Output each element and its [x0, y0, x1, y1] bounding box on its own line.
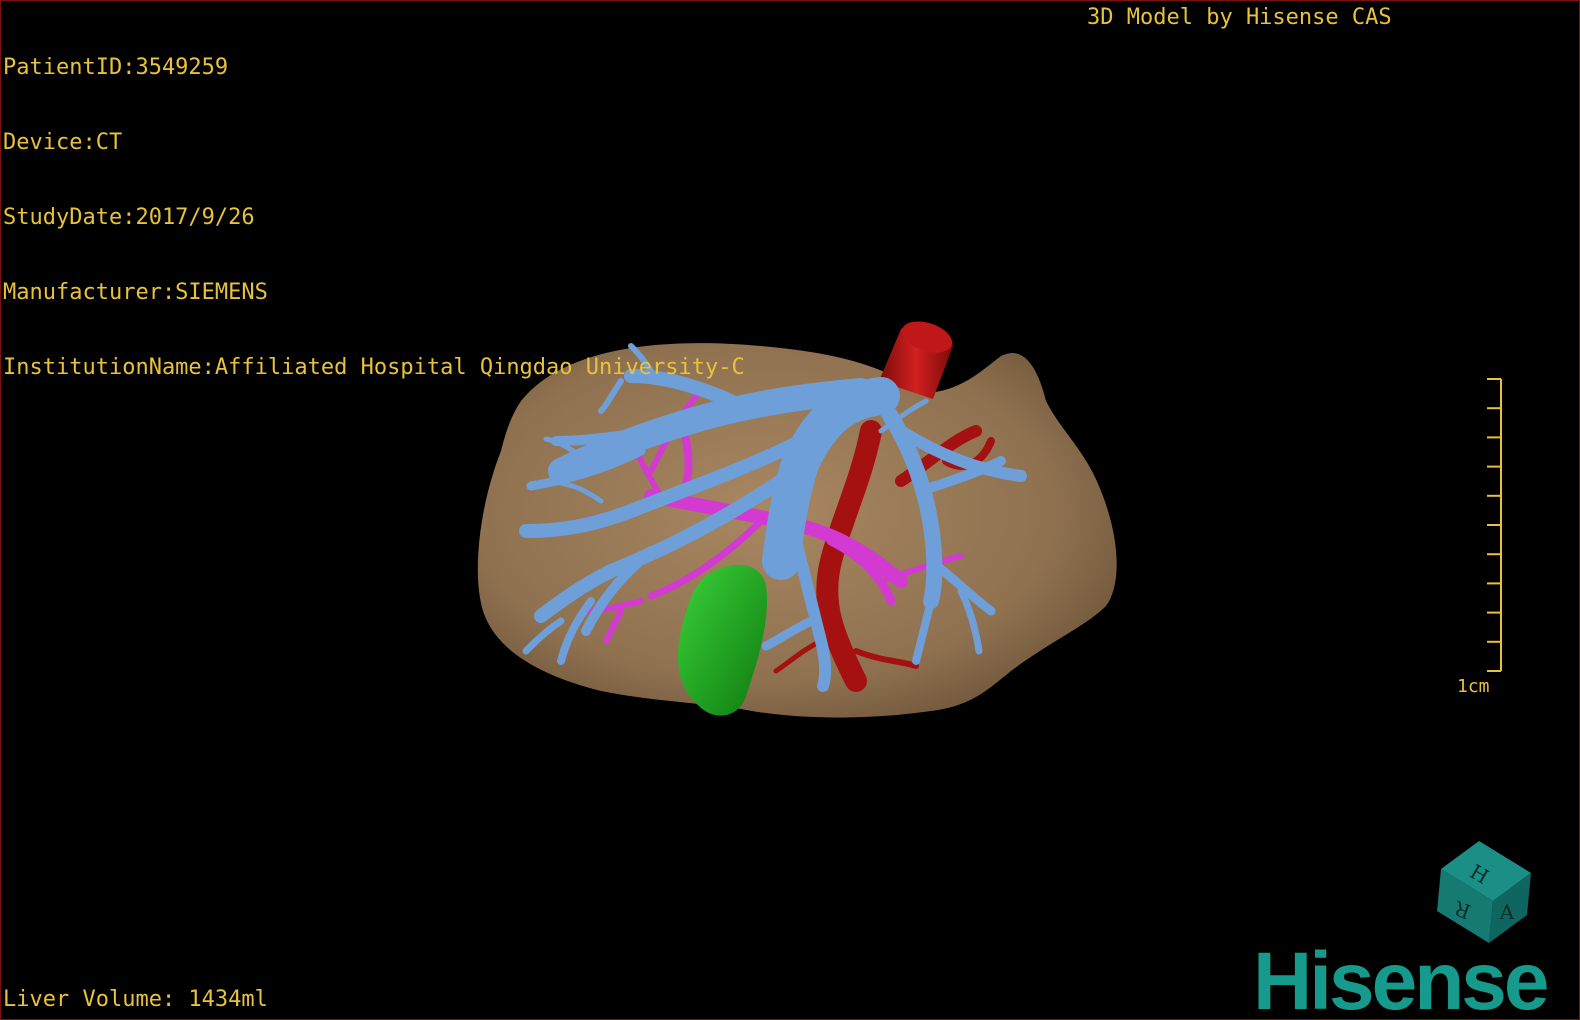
scale-label: 1cm [1457, 676, 1490, 697]
3d-viewport[interactable]: PatientID:3549259 Device:CT StudyDate:20… [0, 0, 1580, 1020]
dicom-info: PatientID:3549259 Device:CT StudyDate:20… [3, 5, 745, 430]
manufacturer: Manufacturer:SIEMENS [3, 280, 268, 305]
liver-volume: Liver Volume: 1434ml [3, 987, 268, 1012]
hisense-logo: Hisense [1253, 936, 1550, 1020]
institution-name: InstitutionName:Affiliated Hospital Qing… [3, 355, 745, 380]
study-date: StudyDate:2017/9/26 [3, 205, 255, 230]
device: Device:CT [3, 130, 123, 155]
patient-id: PatientID:3549259 [3, 55, 229, 80]
model-credit: 3D Model by Hisense CAS [1087, 5, 1392, 30]
